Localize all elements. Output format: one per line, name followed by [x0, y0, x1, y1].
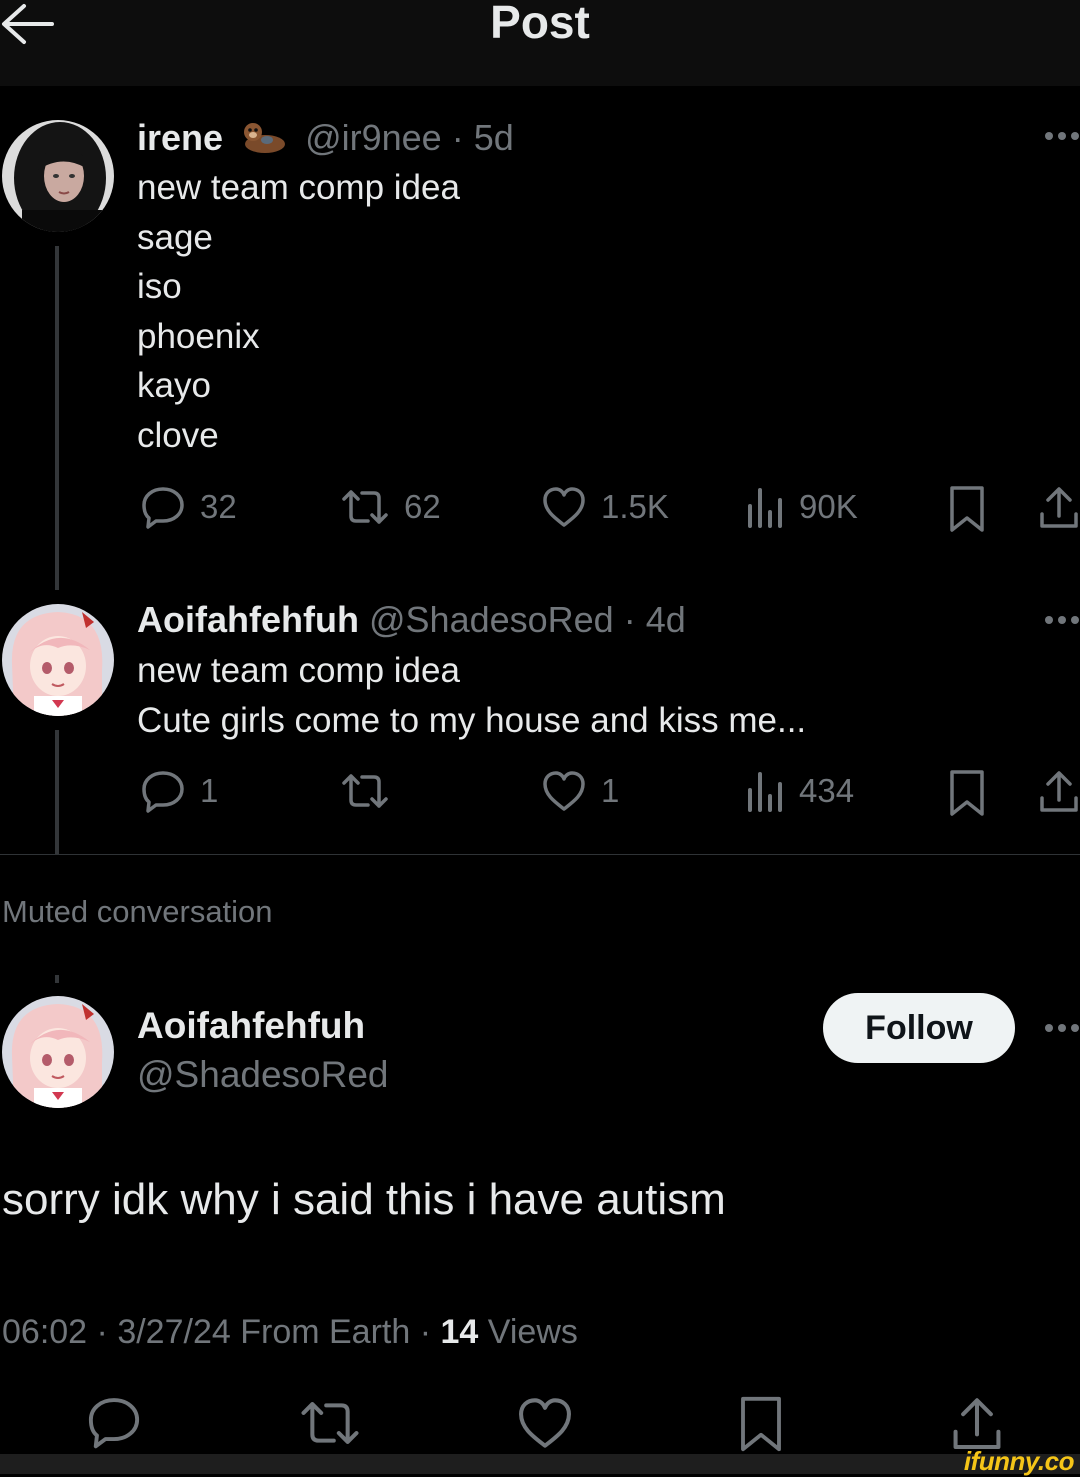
- like-count: 1: [601, 772, 620, 809]
- tweet-actions: 32 62 1.5K 90K: [0, 484, 1080, 534]
- views-button[interactable]: 434: [745, 768, 854, 814]
- tweet-time[interactable]: 4d: [646, 599, 686, 640]
- share-icon[interactable]: [950, 1394, 1004, 1452]
- top-bar: Post: [0, 0, 1080, 86]
- like-count: 1.5K: [601, 488, 669, 525]
- bookmark-icon[interactable]: [738, 1394, 784, 1454]
- thread-dot: [55, 975, 59, 983]
- tweet-actions: 1 1 434: [0, 768, 1080, 818]
- post-text: sorry idk why i said this i have autism: [2, 1175, 726, 1224]
- tweet-line: sage: [137, 217, 213, 257]
- views-count: 434: [799, 772, 855, 809]
- tweet-line: kayo: [137, 366, 211, 405]
- tweet-header: Aoifahfehfuh @ShadesoRed · 4d: [137, 598, 686, 642]
- author-handle[interactable]: @ir9nee: [305, 117, 442, 158]
- retweet-icon: [342, 490, 388, 524]
- retweet-count: 62: [404, 488, 441, 525]
- like-button[interactable]: 1.5K: [541, 484, 669, 530]
- divider: [0, 854, 1080, 855]
- heart-icon: [543, 487, 585, 527]
- analytics-icon: [748, 488, 782, 528]
- bookmark-icon[interactable]: [948, 768, 986, 818]
- author-name[interactable]: Aoifahfehfuh: [137, 1005, 365, 1047]
- heart-icon[interactable]: [516, 1394, 574, 1452]
- like-button[interactable]: 1: [541, 768, 619, 814]
- tweet-line: clove: [137, 415, 219, 455]
- views-button[interactable]: 90K: [745, 484, 858, 530]
- share-icon[interactable]: [1038, 484, 1080, 530]
- watermark-logo: ifunny.co: [963, 1446, 1075, 1476]
- author-name[interactable]: Aoifahfehfuh: [137, 599, 359, 640]
- reply-icon[interactable]: [86, 1394, 142, 1450]
- more-options-icon[interactable]: [1044, 130, 1080, 142]
- tweet-line: new team comp idea: [137, 168, 460, 207]
- tweet-text: new team comp idea Cute girls come to my…: [137, 646, 806, 745]
- otter-emoji-icon: [239, 118, 289, 156]
- views-count: 14: [440, 1313, 479, 1351]
- post-actions: [0, 1394, 1080, 1460]
- heart-icon: [543, 771, 585, 811]
- post-location: From Earth: [240, 1313, 411, 1351]
- separator: ·: [623, 599, 636, 640]
- tweet-time[interactable]: 5d: [474, 117, 514, 158]
- views-label: Views: [487, 1313, 578, 1351]
- author-name[interactable]: irene: [137, 117, 223, 158]
- analytics-icon: [748, 772, 782, 812]
- reply-button[interactable]: 1: [140, 768, 218, 814]
- more-options-icon[interactable]: [1044, 614, 1080, 626]
- avatar[interactable]: [2, 996, 114, 1108]
- post-metadata: 06:02 · 3/27/24 From Earth · 14 Views: [2, 1313, 578, 1352]
- bookmark-icon[interactable]: [948, 484, 986, 534]
- thread-line: [55, 246, 59, 590]
- separator: ·: [96, 1313, 108, 1351]
- avatar[interactable]: [2, 120, 114, 232]
- tweet-line: iso: [137, 267, 182, 306]
- reply-button[interactable]: 32: [140, 484, 237, 530]
- separator: ·: [419, 1313, 432, 1351]
- tweet-line: phoenix: [137, 316, 260, 356]
- bottom-bar: [0, 1454, 1080, 1474]
- tweet-line: Cute girls come to my house and kiss me.…: [137, 700, 807, 740]
- tweet-header: irene @ir9nee · 5d: [137, 116, 514, 160]
- retweet-button[interactable]: [340, 768, 404, 814]
- retweet-icon[interactable]: [298, 1394, 362, 1452]
- separator: ·: [451, 117, 464, 158]
- retweet-icon: [342, 774, 388, 808]
- post-date[interactable]: 3/27/24: [117, 1313, 230, 1351]
- reply-count: 32: [200, 488, 237, 525]
- muted-conversation-label[interactable]: Muted conversation: [2, 894, 273, 930]
- tweet-text: new team comp idea sage iso phoenix kayo…: [137, 163, 460, 460]
- views-count: 90K: [799, 488, 858, 525]
- follow-button[interactable]: Follow: [823, 993, 1015, 1063]
- page-title: Post: [490, 0, 590, 48]
- reply-count: 1: [200, 772, 219, 809]
- avatar[interactable]: [2, 604, 114, 716]
- share-icon[interactable]: [1038, 768, 1080, 814]
- author-handle[interactable]: @ShadesoRed: [137, 1054, 389, 1096]
- more-options-icon[interactable]: [1044, 1022, 1080, 1034]
- tweet-line: new team comp idea: [137, 651, 460, 690]
- author-handle[interactable]: @ShadesoRed: [369, 599, 614, 640]
- reply-icon: [142, 487, 184, 529]
- post-time[interactable]: 06:02: [2, 1313, 87, 1351]
- reply-icon: [142, 771, 184, 813]
- retweet-button[interactable]: 62: [340, 484, 441, 530]
